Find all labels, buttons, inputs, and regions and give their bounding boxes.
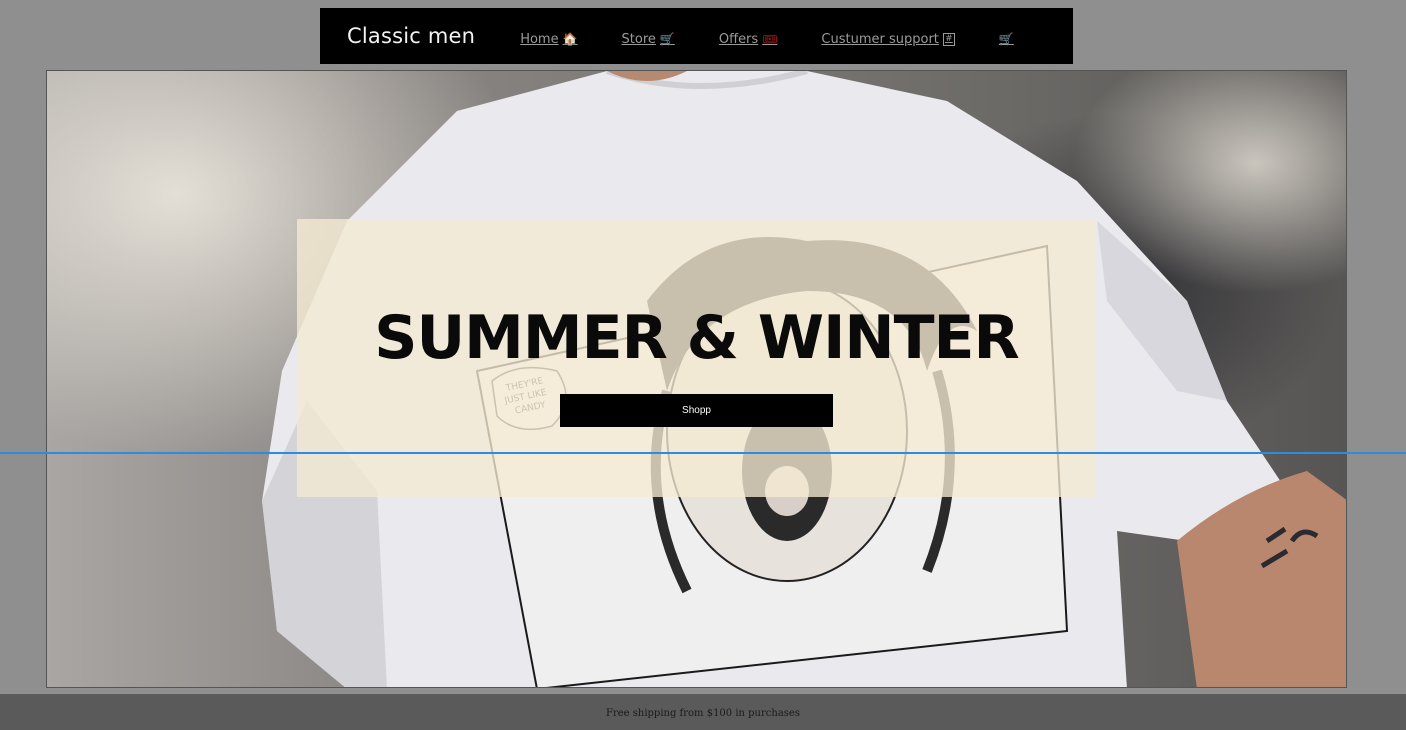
horizontal-guide-line (0, 452, 1406, 454)
nav-link-home-label: Home (520, 31, 559, 47)
cart-icon: 🛒 (998, 32, 1014, 46)
footer-bar: Free shipping from $100 in purchases (0, 694, 1406, 730)
house-icon: 🏠 (562, 32, 578, 46)
nav-link-support[interactable]: Custumer support # (821, 26, 955, 47)
page: Classic men Home 🏠 Store 🛒 Offers 🎟 Cust… (0, 0, 1406, 730)
hash-icon: # (942, 32, 955, 46)
nav-link-support-label: Custumer support (821, 31, 939, 47)
nav-link-offers[interactable]: Offers 🎟 (719, 26, 778, 47)
footer-shipping-text: Free shipping from $100 in purchases (606, 708, 800, 719)
hero-headline: SUMMER & WINTER (374, 303, 1019, 373)
shop-button[interactable]: Shopp (560, 394, 833, 427)
nav-link-home[interactable]: Home 🏠 (520, 26, 577, 47)
nav-link-store[interactable]: Store 🛒 (622, 26, 675, 47)
brand-logo-text[interactable]: Classic men (347, 24, 475, 48)
cart-button[interactable]: 🛒 (999, 26, 1014, 46)
top-navbar: Classic men Home 🏠 Store 🛒 Offers 🎟 Cust… (320, 8, 1073, 64)
ticket-icon: 🎟 (762, 32, 778, 46)
nav-link-store-label: Store (621, 31, 656, 47)
nav-link-offers-label: Offers (718, 31, 759, 47)
cart-icon: 🛒 (659, 32, 675, 46)
hero-overlay-card: SUMMER & WINTER Shopp (297, 219, 1096, 497)
